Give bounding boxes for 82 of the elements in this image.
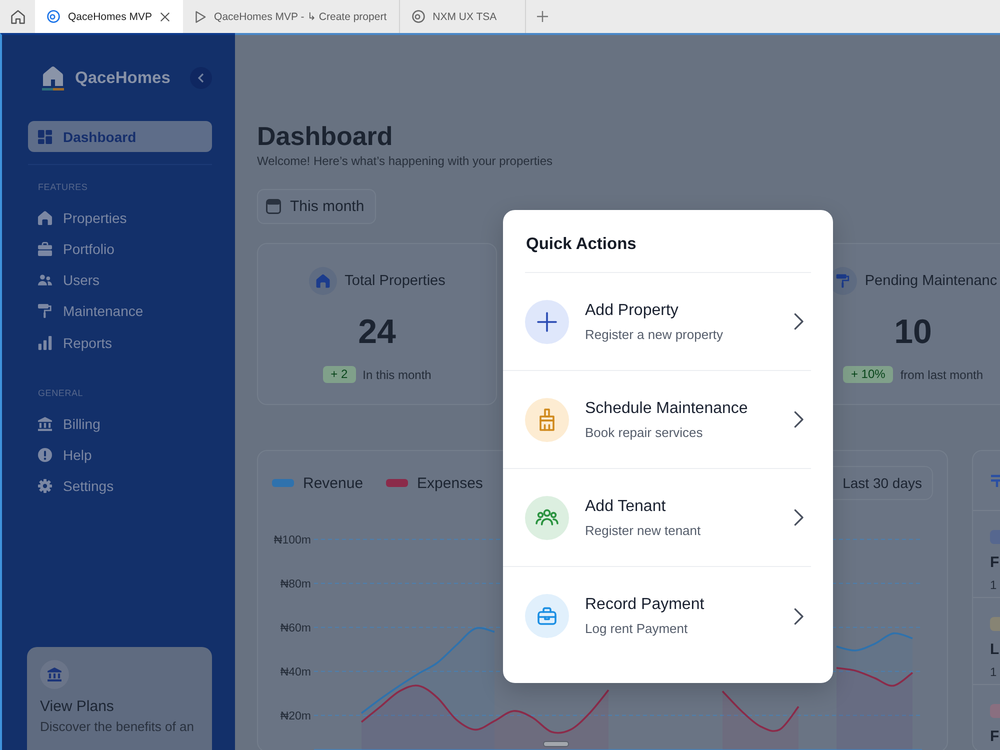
legend-label: Expenses <box>417 474 483 492</box>
nav-item[interactable]: Users <box>28 264 212 296</box>
users-icon <box>525 496 569 540</box>
bank-icon <box>38 416 52 431</box>
browser-tab[interactable]: QaceHomes MVP <box>35 0 184 33</box>
action-item[interactable]: Record Payment Log rent Payment <box>503 567 811 665</box>
period-button[interactable]: This month <box>257 189 376 224</box>
action-title: Add Tenant <box>585 496 667 516</box>
house-icon <box>308 267 337 295</box>
page-subtitle: Welcome! Here’s what’s happening with your properties <box>257 153 552 169</box>
play-icon <box>195 10 206 22</box>
action-description: Register a new property <box>585 326 724 342</box>
item-detail: 1 <box>990 577 998 593</box>
dashboard-icon <box>38 130 52 144</box>
brand-name: QaceHomes <box>75 68 170 88</box>
nav-item[interactable]: Reports <box>28 326 212 358</box>
action-item[interactable]: Add Property Register a new property <box>503 273 811 371</box>
axis-label: ₦80m <box>280 578 311 590</box>
chevron-left-icon <box>198 73 204 83</box>
legend-label: Revenue <box>303 474 364 492</box>
nav-item[interactable]: Settings <box>28 470 212 502</box>
item-title: L <box>990 641 1000 659</box>
users-icon <box>38 273 52 288</box>
scroll-handle[interactable] <box>543 741 569 747</box>
chevron-right-icon <box>794 313 804 330</box>
chevron-right-icon <box>794 509 804 526</box>
nav-item[interactable]: Properties <box>28 202 212 234</box>
house-icon <box>38 210 52 225</box>
action-description: Book repair services <box>585 424 704 440</box>
stat-title: Total Properties <box>344 273 446 289</box>
site-icon <box>47 10 60 23</box>
bar-chart-icon <box>38 336 52 350</box>
axis-label: ₦20m <box>280 710 311 722</box>
chevron-right-icon <box>794 608 804 624</box>
calendar-icon <box>266 199 281 214</box>
change-badge: + 10% <box>842 366 894 383</box>
plan-description: Discover the benefits of an <box>40 719 194 735</box>
site-icon <box>412 10 425 23</box>
bank-icon <box>40 660 69 689</box>
stat-title: Pending Maintenanc <box>864 273 998 289</box>
dialog-title: Quick Actions <box>525 234 638 255</box>
nav-item[interactable]: Help <box>28 439 212 470</box>
action-description: Log rent Payment <box>585 621 689 637</box>
section-heading: FEATURES <box>38 182 88 194</box>
stat-note: from last month <box>900 368 984 382</box>
page-title: Dashboard <box>257 120 393 152</box>
home-icon[interactable] <box>10 10 24 24</box>
stat-note: In this month <box>362 368 432 382</box>
nav-item[interactable]: Billing <box>28 408 212 440</box>
collapse-button[interactable] <box>190 67 212 89</box>
settings-icon <box>38 479 52 494</box>
nav-item[interactable]: Portfolio <box>28 233 212 265</box>
list-icon <box>990 474 1000 488</box>
nav-item[interactable]: Dashboard <box>28 121 212 152</box>
action-item[interactable]: Schedule Maintenance Book repair services <box>503 371 811 469</box>
item-title: F <box>990 554 1000 572</box>
action-description: Register new tenant <box>585 522 702 538</box>
alert-icon <box>38 448 52 462</box>
briefcase-icon <box>38 242 52 256</box>
action-title: Schedule Maintenance <box>585 398 749 418</box>
new-tab-icon[interactable] <box>536 11 548 22</box>
action-title: Add Property <box>585 300 680 320</box>
plus-icon <box>525 300 569 344</box>
paint-roller-icon <box>38 304 52 318</box>
axis-label: ₦40m <box>280 666 311 678</box>
stat-value: 10 <box>894 312 932 352</box>
toolbox-icon <box>525 594 569 638</box>
chevron-right-icon <box>794 411 804 428</box>
item-title: F <box>990 728 1000 746</box>
section-heading: GENERAL <box>38 388 84 400</box>
item-detail: 1 <box>990 664 998 680</box>
plan-title: View Plans <box>40 698 114 716</box>
axis-label: ₦60m <box>280 622 311 634</box>
stat-value: 24 <box>358 312 396 352</box>
axis-label: ₦100m <box>274 534 311 546</box>
house-logo-icon <box>42 64 64 92</box>
nav-item[interactable]: Maintenance <box>28 296 212 327</box>
paintbrush-icon <box>525 398 569 442</box>
action-title: Record Payment <box>585 595 706 615</box>
close-icon[interactable] <box>160 12 170 22</box>
action-item[interactable]: Add Tenant Register new tenant <box>503 469 811 567</box>
change-badge: + 2 <box>322 366 356 383</box>
